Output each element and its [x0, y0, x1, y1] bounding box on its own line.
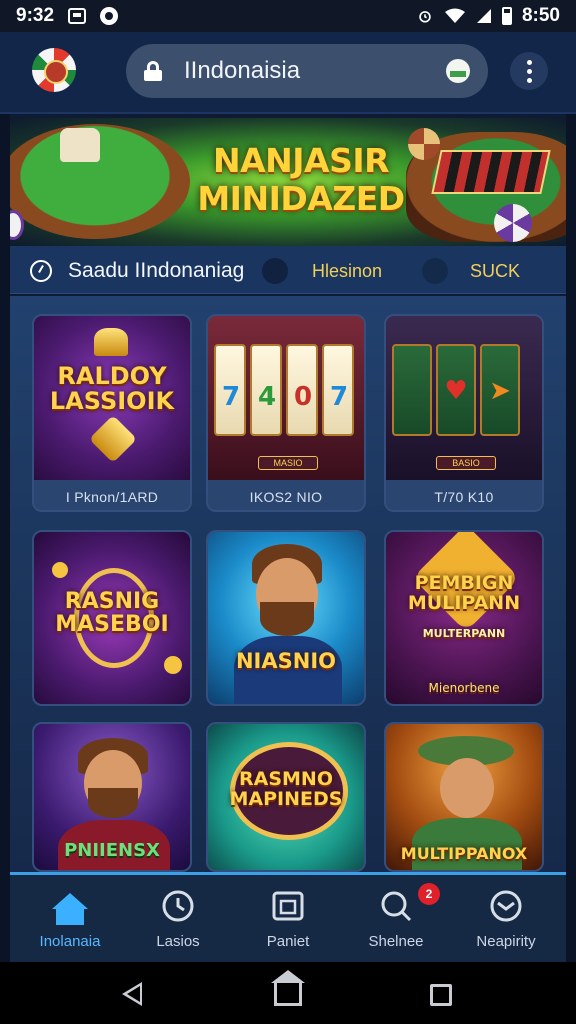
- gold-gem-icon: [94, 328, 128, 356]
- game-card[interactable]: PEMBIGN MULIPANN MULTERPANN Mienorbene: [384, 530, 544, 706]
- character-beard: [260, 602, 314, 636]
- slot-symbol-icon: 4: [257, 382, 277, 412]
- nav-item-payment[interactable]: Paniet: [238, 885, 338, 950]
- slot-symbol-icon: 0: [293, 382, 313, 412]
- system-navigation-bar: [0, 962, 576, 1024]
- wallet-icon: [271, 889, 305, 923]
- game-title: RASNIG MASEBOI: [55, 589, 169, 638]
- game-art: MULTIPPANOX: [386, 724, 542, 870]
- nav-label: Shelnee: [368, 933, 424, 950]
- game-art: PEMBIGN MULIPANN MULTERPANN Mienorbene: [386, 532, 542, 704]
- filter-row: Saadu IIndonaniag Hlesinon SUCK: [10, 246, 566, 294]
- status-time-right: 8:50: [521, 5, 560, 26]
- game-title: PEMBIGN MULIPANN: [407, 572, 521, 614]
- game-caption: IKOS2 NIO: [249, 489, 323, 505]
- alarm-icon: [419, 11, 431, 23]
- home-icon: [52, 893, 88, 925]
- nav-item-casinos[interactable]: Lasios: [128, 885, 228, 950]
- game-art: 7 4 0 7 MASIO: [208, 316, 364, 480]
- app-notification-icon: [100, 7, 119, 25]
- slot-symbol-icon: 7: [329, 382, 349, 412]
- game-card[interactable]: NIASNIO: [206, 530, 366, 706]
- nav-item-home[interactable]: Inolanaia: [20, 885, 120, 950]
- gold-coin-icon: [164, 656, 182, 674]
- more-options-button[interactable]: [510, 52, 548, 90]
- signal-icon: [476, 9, 491, 23]
- filter-toggle-icon[interactable]: [422, 258, 448, 284]
- slot-plate: BASIO: [436, 456, 496, 470]
- battery-icon: [501, 7, 512, 25]
- game-art: RASMNO MAPINEDS: [208, 724, 364, 870]
- game-title: RALDOY LASSIOIK: [49, 362, 175, 416]
- support-icon: [489, 889, 523, 923]
- game-title: PNIIENSX: [64, 840, 160, 861]
- game-caption: I Pknon/1ARD: [65, 489, 159, 505]
- heart-icon: [88, 414, 138, 464]
- notification-icon: [68, 8, 87, 24]
- filter-tertiary[interactable]: SUCK: [470, 261, 520, 282]
- lock-icon: [144, 61, 162, 81]
- slot-symbol-icon: 7: [221, 382, 241, 412]
- game-subtitle: MULTERPANN: [422, 627, 506, 640]
- game-card[interactable]: RASMNO MAPINEDS: [206, 722, 366, 872]
- clock-icon[interactable]: [30, 260, 52, 282]
- game-card[interactable]: PNIIENSX: [32, 722, 192, 872]
- status-bar: 9:32 8:50: [0, 0, 576, 32]
- game-title: NIASNIO: [235, 649, 336, 673]
- game-card[interactable]: 7 4 0 7 MASIO IKOS2 NIO: [206, 314, 366, 512]
- bottom-navigation: Inolanaia Lasios Paniet Shelnee 2 Neapir…: [10, 872, 566, 962]
- filter-primary[interactable]: Saadu IIndonaniag: [68, 259, 244, 283]
- character-beard: [88, 788, 138, 818]
- game-title: RASMNO MAPINEDS: [229, 768, 343, 810]
- heart-icon: ♥: [444, 376, 468, 406]
- screen-edge-right: [566, 32, 576, 962]
- poker-chip-icon: [494, 204, 532, 242]
- status-time-left: 9:32: [16, 5, 55, 26]
- recent-apps-icon[interactable]: [430, 984, 452, 1006]
- game-grid: RALDOY LASSIOIK I Pknon/1ARD 7 4 0 7 MAS…: [10, 296, 566, 872]
- search-icon: [379, 889, 413, 923]
- game-card[interactable]: ♥ ➤ BASIO T/70 K10: [384, 314, 544, 512]
- game-card[interactable]: RASNIG MASEBOI: [32, 530, 192, 706]
- address-bar[interactable]: IIndonaisia: [126, 44, 488, 98]
- nav-label: Inolanaia: [39, 933, 101, 950]
- address-text[interactable]: IIndonaisia: [184, 57, 300, 85]
- game-art: RALDOY LASSIOIK: [34, 316, 190, 480]
- banner-title-line2: MINIDAZED: [197, 179, 405, 218]
- arrow-icon: ➤: [489, 376, 511, 406]
- nav-label: Neapirity: [476, 933, 536, 950]
- slot-plate: MASIO: [258, 456, 318, 470]
- game-card[interactable]: MULTIPPANOX: [384, 722, 544, 872]
- game-art: RASNIG MASEBOI: [34, 532, 190, 704]
- character-face: [440, 758, 494, 818]
- game-art: ♥ ➤ BASIO: [386, 316, 542, 480]
- promo-banner[interactable]: NANJASIR MINIDAZED: [10, 118, 566, 246]
- banner-title: NANJASIR MINIDAZED: [196, 142, 406, 218]
- banner-title-line1: NANJASIR: [212, 141, 390, 180]
- game-caption: Mienorbene: [428, 681, 500, 695]
- filter-toggle-icon[interactable]: [262, 258, 288, 284]
- nav-item-support[interactable]: Neapirity: [456, 885, 556, 950]
- casino-chip-logo-icon[interactable]: [32, 48, 76, 92]
- nav-label: Paniet: [266, 933, 310, 950]
- wifi-icon: [444, 8, 465, 23]
- filter-secondary[interactable]: Hlesinon: [312, 261, 382, 282]
- game-art: NIASNIO: [208, 532, 364, 704]
- poker-chip-icon: [408, 128, 440, 160]
- site-settings-icon[interactable]: [446, 59, 470, 83]
- game-title: MULTIPPANOX: [400, 844, 528, 863]
- roulette-table-left-image: [10, 124, 190, 239]
- notification-badge: 2: [418, 883, 440, 905]
- screen-edge-left: [0, 32, 10, 962]
- nav-label: Lasios: [156, 933, 200, 950]
- browser-toolbar: IIndonaisia: [0, 32, 576, 114]
- clock-icon: [161, 889, 195, 923]
- home-button-icon[interactable]: [271, 970, 305, 1006]
- gold-coin-icon: [52, 562, 68, 578]
- game-card[interactable]: RALDOY LASSIOIK I Pknon/1ARD: [32, 314, 192, 512]
- game-art: PNIIENSX: [34, 724, 190, 870]
- back-icon[interactable]: [122, 982, 142, 1006]
- game-caption: T/70 K10: [434, 489, 494, 505]
